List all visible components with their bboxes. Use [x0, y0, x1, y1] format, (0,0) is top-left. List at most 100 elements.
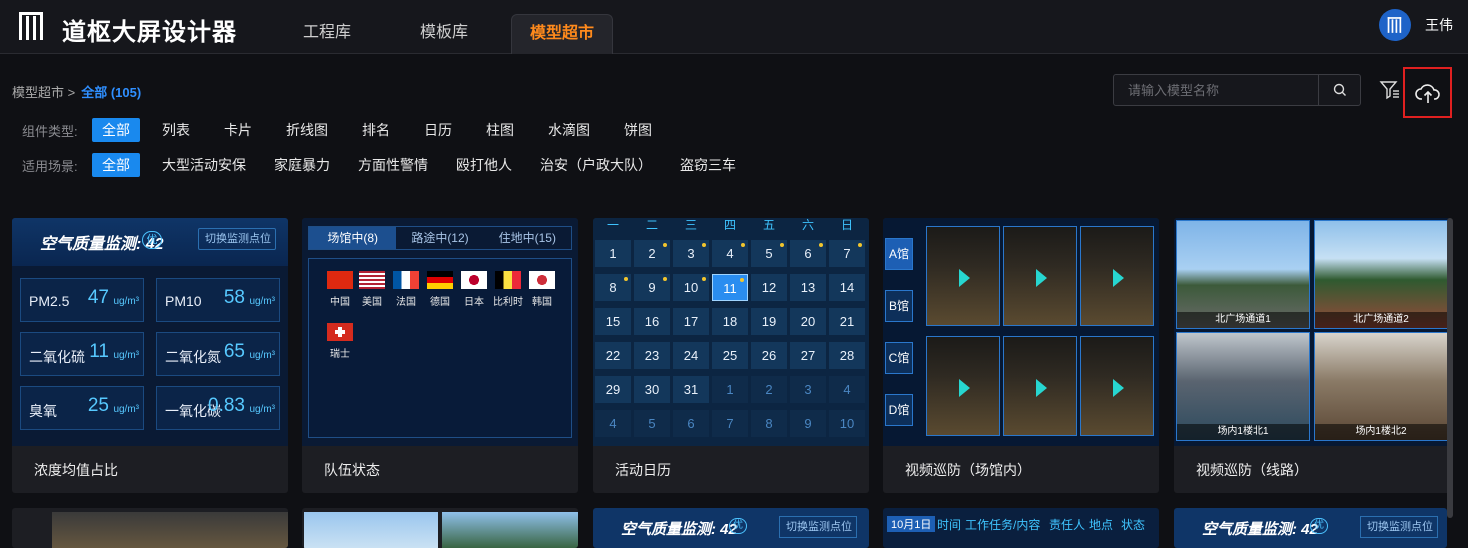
air-item: 臭氧 25 ug/m³: [20, 386, 144, 430]
type-chip-rank[interactable]: 排名: [352, 118, 400, 142]
model-card[interactable]: 北广场通道1 北广场通道2 场内1楼北1 场内1楼北2 视频巡防（线路）: [1174, 218, 1450, 493]
road-caption: 场内1楼北2: [1315, 424, 1447, 440]
model-card[interactable]: [302, 508, 578, 548]
calendar-day: 9: [634, 274, 670, 301]
calendar-day-number: 26: [761, 348, 777, 363]
filter-label: 适用场景:: [22, 158, 78, 174]
flag-label: 中国: [330, 297, 350, 308]
cloud-upload-icon: [1414, 83, 1440, 103]
venue-button: C馆: [885, 342, 913, 374]
scene-chip-security[interactable]: 治安（户政大队）: [530, 153, 662, 177]
calendar-day: 6: [673, 410, 709, 437]
calendar-day-number: 20: [800, 314, 816, 329]
calendar-day: 27: [790, 342, 826, 369]
calendar-weekday: 五: [762, 218, 775, 232]
search-input[interactable]: [1114, 75, 1318, 105]
calendar-day: 1: [712, 376, 748, 403]
model-card[interactable]: 空气质量监测: 42 优 切换监测点位: [593, 508, 869, 548]
card-thumbnail: 空气质量监测: 42 优 切换监测点位 PM2.5 47 ug/m³ PM10 58 u…: [12, 218, 288, 446]
calendar-day-number: 1: [609, 246, 617, 261]
type-chip-line[interactable]: 折线图: [276, 118, 338, 142]
filter-button[interactable]: [1378, 78, 1402, 102]
type-chip-calendar[interactable]: 日历: [414, 118, 462, 142]
scene-chip-theft[interactable]: 盗窃三车: [670, 153, 746, 177]
play-icon: [1113, 379, 1124, 397]
type-chip-all[interactable]: 全部: [92, 118, 140, 142]
type-chip-water[interactable]: 水滴图: [538, 118, 600, 142]
flag-label: 比利时: [493, 297, 523, 308]
tab-project-library[interactable]: 工程库: [276, 14, 378, 54]
calendar-day: 4: [712, 240, 748, 267]
avatar-logo-icon: [1387, 17, 1402, 33]
team-tabs: 场馆中(8) 路途中(12) 住地中(15): [308, 226, 572, 250]
germany-flag-icon: [427, 271, 453, 289]
calendar-day: 15: [595, 308, 631, 335]
type-chip-bar[interactable]: 柱图: [476, 118, 524, 142]
flag-item: 法国: [389, 271, 423, 308]
model-card[interactable]: A馆 B馆 C馆 D馆 视频巡防（场馆内）: [883, 218, 1159, 493]
task-header: 工作任务/内容: [965, 518, 1041, 532]
model-card[interactable]: 一二三四五六日 1 2 3 4 5 6 7 8 9 10 11 12 13 14 15 16 17 18 19 20 21…: [593, 218, 869, 493]
model-card[interactable]: 10月1日 时间 工作任务/内容 责任人 地点 状态: [883, 508, 1159, 548]
calendar-day: 16: [634, 308, 670, 335]
flag-item: 美国: [355, 271, 389, 308]
model-card[interactable]: 空气质量监测: 42 优 切换监测点位: [1174, 508, 1447, 548]
calendar-weekday: 三: [684, 218, 697, 232]
air-item: PM10 58 ug/m³: [156, 278, 280, 322]
air-badge: 优: [142, 231, 162, 249]
card-thumbnail: 北广场通道1 北广场通道2 场内1楼北1 场内1楼北2: [1174, 218, 1450, 446]
france-flag-icon: [393, 271, 419, 289]
model-card[interactable]: [12, 508, 288, 548]
flag-item: 瑞士: [323, 323, 357, 360]
scene-filter: 适用场景: 全部 大型活动安保 家庭暴力 方面性警情 殴打他人 治安（户政大队）…: [22, 152, 758, 178]
calendar-day: 25: [712, 342, 748, 369]
card-caption: 视频巡防（场馆内）: [905, 462, 1031, 478]
model-card[interactable]: 场馆中(8) 路途中(12) 住地中(15) 中国 美国 法国 德国 日本 比利…: [302, 218, 578, 493]
card-caption: 活动日历: [615, 462, 671, 478]
scrollbar[interactable]: [1447, 218, 1453, 518]
tab-template-library[interactable]: 模板库: [393, 14, 495, 54]
event-dot: [740, 278, 744, 282]
calendar-day: 3: [673, 240, 709, 267]
air-item-unit: ug/m³: [249, 296, 275, 307]
scene-chip-domestic[interactable]: 家庭暴力: [264, 153, 340, 177]
road-caption: 北广场通道1: [1177, 312, 1309, 328]
tab-model-market[interactable]: 模型超市: [511, 14, 613, 54]
scene-chip-event[interactable]: 大型活动安保: [152, 153, 256, 177]
event-dot: [663, 277, 667, 281]
upload-button[interactable]: [1403, 67, 1452, 118]
video-cell: [1003, 336, 1077, 436]
calendar-day-number: 6: [804, 246, 812, 261]
calendar-day-number: 10: [839, 416, 855, 431]
scene-chip-aspect[interactable]: 方面性警情: [348, 153, 438, 177]
type-chip-list[interactable]: 列表: [152, 118, 200, 142]
venue-button: A馆: [885, 238, 913, 270]
air-badge: 优: [729, 518, 747, 534]
scene-chip-assault[interactable]: 殴打他人: [446, 153, 522, 177]
scene-chip-all[interactable]: 全部: [92, 153, 140, 177]
search-button[interactable]: [1318, 75, 1360, 105]
task-header: 时间: [937, 518, 962, 532]
air-item-value: 58: [223, 287, 245, 308]
breadcrumb-parent[interactable]: 模型超市 >: [12, 85, 75, 100]
belgium-flag-icon: [495, 271, 521, 289]
username[interactable]: 王伟: [1425, 15, 1453, 35]
switzerland-flag-icon: [327, 323, 353, 341]
air-item-name: 二氧化硫: [29, 349, 85, 365]
calendar-day-number: 23: [644, 348, 660, 363]
air-selector: 切换监测点位: [1360, 516, 1438, 538]
model-card[interactable]: 空气质量监测: 42 优 切换监测点位 PM2.5 47 ug/m³ PM10 58 u…: [12, 218, 288, 493]
flag-label: 韩国: [532, 297, 552, 308]
calendar-day-number: 27: [800, 348, 816, 363]
calendar-day-number: 15: [605, 314, 621, 329]
logo-icon: [19, 12, 43, 40]
task-header: 状态: [1121, 518, 1146, 532]
type-chip-card[interactable]: 卡片: [214, 118, 262, 142]
calendar-weekday: 六: [801, 218, 814, 232]
calendar-day-number: 4: [609, 416, 617, 431]
type-chip-pie[interactable]: 饼图: [614, 118, 662, 142]
air-item: 二氧化硫 11 ug/m³: [20, 332, 144, 376]
task-header: 责任人: [1049, 518, 1086, 532]
air-item: 一氧化碳 0.83 ug/m³: [156, 386, 280, 430]
avatar[interactable]: [1379, 9, 1411, 41]
